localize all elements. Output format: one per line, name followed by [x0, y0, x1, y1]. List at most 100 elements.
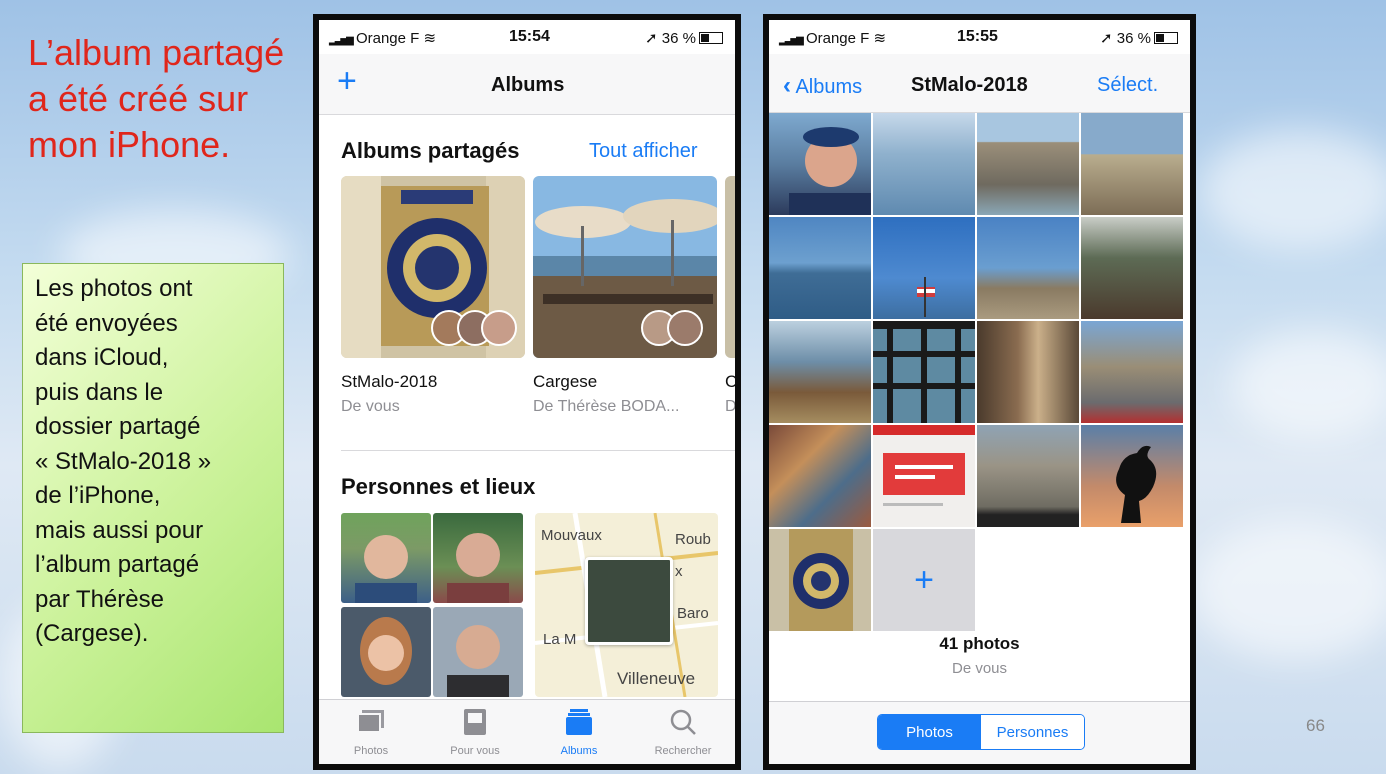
photo-thumb[interactable]: [873, 113, 975, 215]
status-bar: ▂▃▅▆ Orange F ≋ 15:55 ➚ 36 %: [769, 20, 1190, 54]
tab-label: Photos: [353, 745, 389, 757]
photo-thumb[interactable]: [873, 217, 975, 319]
album-name: Cargese: [533, 372, 598, 391]
person-thumb[interactable]: [341, 607, 431, 697]
photo-thumb[interactable]: [873, 425, 975, 527]
note-line: (Cargese).: [35, 620, 149, 647]
location-icon: ➚: [645, 30, 658, 47]
tab-label: Albums: [560, 745, 598, 757]
battery-icon: [1154, 32, 1178, 44]
add-album-button[interactable]: +: [337, 64, 357, 98]
rooster-statue-photo: [1116, 445, 1157, 523]
map-label: Baro: [677, 605, 709, 622]
photo-thumb[interactable]: [977, 425, 1079, 527]
cloud: [1200, 130, 1386, 250]
clock-photo: [789, 529, 853, 631]
avatar: [667, 310, 703, 346]
wifi-icon: ≋: [873, 30, 887, 47]
album-thumb-cargese[interactable]: [533, 176, 717, 358]
note-line: mais aussi pour: [35, 516, 204, 544]
photo-thumb[interactable]: [1081, 321, 1183, 423]
carrier: ▂▃▅▆ Orange F ≋: [779, 29, 886, 47]
photo-thumb[interactable]: [977, 113, 1079, 215]
photo-thumb[interactable]: [769, 321, 871, 423]
map-photo-pin: [585, 557, 673, 645]
document-photo: [873, 425, 975, 506]
tab-search[interactable]: Rechercher: [631, 700, 735, 764]
photo-thumb[interactable]: [873, 321, 975, 423]
map-label: x: [675, 563, 683, 580]
photo-thumb[interactable]: [769, 113, 871, 215]
nav-bar: + Albums: [319, 54, 735, 115]
photo-thumb[interactable]: [1081, 113, 1183, 215]
select-button[interactable]: Sélect.: [1097, 74, 1158, 97]
album-thumb-partial[interactable]: [725, 176, 735, 358]
status-bar: ▂▃▅▆ Orange F ≋ 15:54 ➚ 36 %: [319, 20, 735, 54]
album-thumb-stmalo[interactable]: [341, 176, 525, 358]
cloud: [1230, 330, 1386, 440]
segment-photos[interactable]: Photos: [878, 715, 981, 749]
map-label: La M: [543, 631, 577, 648]
nav-bar: ‹ Albums StMalo-2018 Sélect.: [769, 54, 1190, 113]
tab-for-you[interactable]: Pour vous: [423, 700, 527, 764]
photo-thumb[interactable]: [769, 529, 871, 631]
status-time: 15:55: [957, 28, 998, 45]
signal-icon: ▂▃▅▆: [329, 35, 354, 46]
location-icon: ➚: [1100, 30, 1113, 47]
people-places-title: Personnes et lieux: [341, 474, 536, 499]
note-line: dans iCloud,: [35, 344, 169, 371]
back-button[interactable]: ‹ Albums: [783, 72, 862, 100]
phone-albums-screen: ▂▃▅▆ Orange F ≋ 15:54 ➚ 36 % + Albums Al…: [313, 14, 741, 770]
album-owner: De vous: [951, 660, 1008, 677]
map-label: Mouvaux: [541, 527, 602, 544]
album-name: C: [725, 372, 738, 391]
search-icon: [670, 709, 696, 735]
person-face: [447, 533, 509, 603]
add-photo-button[interactable]: +: [873, 529, 975, 631]
flag-photo: [917, 277, 935, 317]
photo-thumb[interactable]: [1081, 425, 1183, 527]
person-thumb[interactable]: [341, 513, 431, 603]
battery-icon: [699, 32, 723, 44]
album-owner: D: [725, 398, 737, 415]
phone-album-detail-screen: ▂▃▅▆ Orange F ≋ 15:55 ➚ 36 % ‹ Albums St…: [763, 14, 1196, 770]
tab-bar: Photos Pour vous Albums Rechercher: [319, 699, 735, 764]
note-line: puis dans le: [35, 378, 164, 406]
photo-count: 41 photos: [939, 634, 1020, 653]
slide-number: 66: [1306, 716, 1325, 735]
album-owner: De Thérèse BODA...: [533, 398, 680, 415]
divider: [341, 450, 735, 451]
segment-people[interactable]: Personnes: [981, 715, 1084, 749]
person-thumb[interactable]: [433, 607, 523, 697]
note-line: dossier partagé: [35, 413, 201, 440]
album-name: StMalo-2018: [341, 372, 438, 391]
plus-icon: +: [914, 560, 934, 599]
places-map[interactable]: Mouvaux Roub x Baro La M Villeneuve: [535, 513, 718, 697]
cloud: [1190, 520, 1386, 660]
tab-label: Pour vous: [450, 745, 500, 757]
person-thumb[interactable]: [433, 513, 523, 603]
map-label: Villeneuve: [617, 669, 696, 688]
see-all-link[interactable]: Tout afficher: [589, 140, 698, 163]
person-face: [355, 535, 417, 603]
tab-photos[interactable]: Photos: [319, 700, 423, 764]
window-bars-photo: [873, 321, 975, 423]
page-title: StMalo-2018: [911, 74, 1028, 96]
photo-thumb[interactable]: [1081, 217, 1183, 319]
photo-thumb[interactable]: [769, 425, 871, 527]
photo-thumb[interactable]: [769, 217, 871, 319]
tab-albums[interactable]: Albums: [527, 700, 631, 764]
photo-thumb[interactable]: [977, 321, 1079, 423]
note-line: par Thérèse: [35, 585, 164, 613]
battery-label: 36 %: [661, 30, 696, 47]
back-label: Albums: [795, 76, 863, 98]
note-line: été envoyées: [35, 309, 178, 337]
page-title: Albums: [491, 74, 565, 96]
note-box: Les photos ont été envoyées dans iCloud,…: [22, 263, 284, 733]
battery: ➚ 36 %: [1100, 29, 1178, 47]
segment-bar: Photos Personnes: [769, 701, 1190, 764]
battery: ➚ 36 %: [645, 29, 723, 47]
photo-thumb[interactable]: [977, 217, 1079, 319]
carrier-label: Orange F: [355, 30, 420, 47]
note-line: l’album partagé: [35, 551, 200, 578]
